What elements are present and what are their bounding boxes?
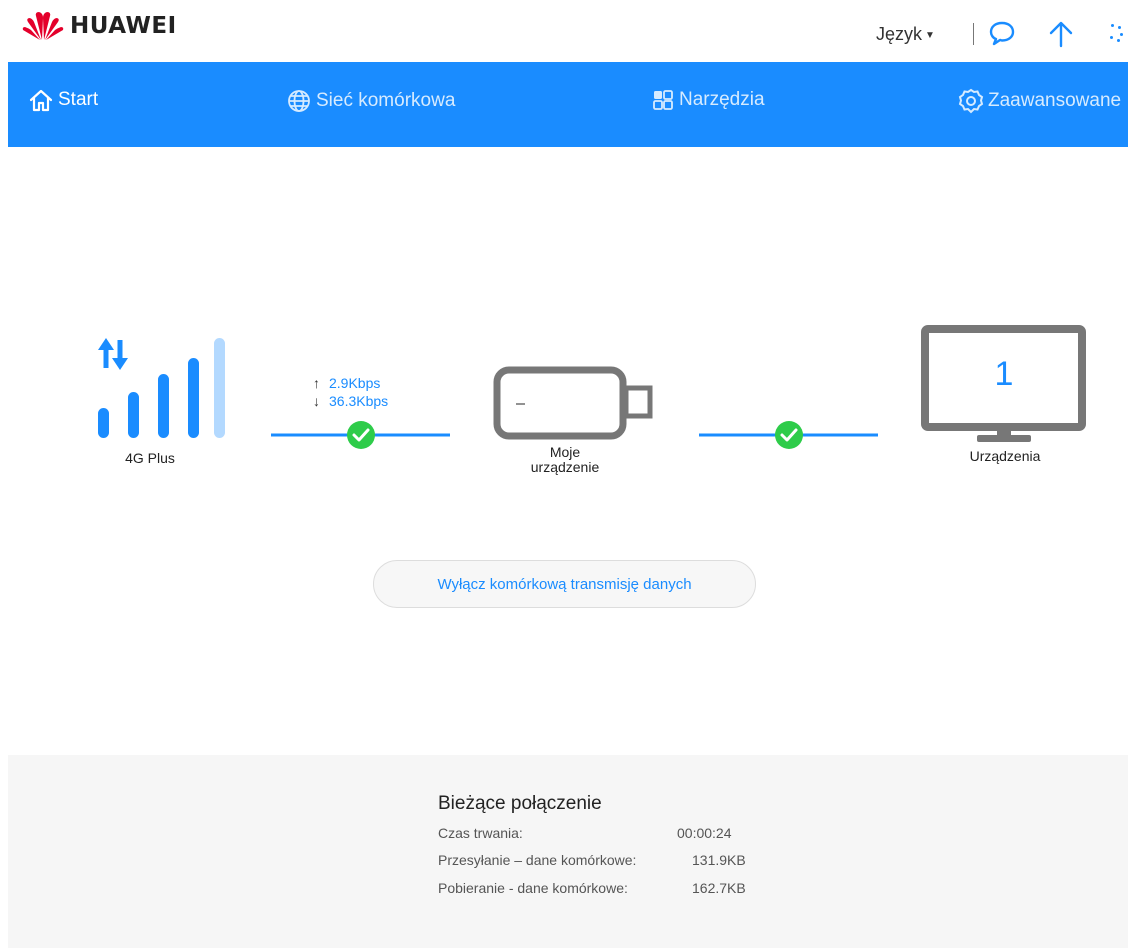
nav-advanced[interactable]: Zaawansowane xyxy=(958,88,1121,114)
upload-speed: ↑ 2.9Kbps xyxy=(313,375,381,391)
upload-total-value: 131.9KB xyxy=(692,852,746,868)
connection-line-2 xyxy=(699,421,878,449)
language-dropdown[interactable]: Język ▼ xyxy=(876,24,935,45)
download-total-label: Pobieranie - dane komórkowe: xyxy=(438,880,628,896)
download-speed: ↓ 36.3Kbps xyxy=(313,393,389,409)
main-nav: Start Sieć komórkowa Narzędzia Zaawansow… xyxy=(8,62,1128,147)
my-device-label-line1: Moje xyxy=(549,444,581,460)
connection-line-1 xyxy=(271,421,450,449)
devices-count[interactable]: 1 xyxy=(950,355,1058,394)
upload-icon[interactable] xyxy=(1048,20,1074,48)
my-device-label-line2: urządzenie xyxy=(530,459,600,475)
devices-label: Urządzenia xyxy=(969,448,1041,464)
nav-start[interactable]: Start xyxy=(28,88,98,112)
brand-name: HUAWEI xyxy=(70,13,177,39)
duration-label: Czas trwania: xyxy=(438,825,523,841)
upload-total-label: Przesyłanie – dane komórkowe: xyxy=(438,852,637,868)
arrow-down-icon: ↓ xyxy=(313,393,320,409)
home-icon xyxy=(29,89,53,112)
toggle-mobile-data-button[interactable]: Wyłącz komórkową transmisję danych xyxy=(373,560,756,608)
usb-modem-icon xyxy=(493,366,653,440)
settings-icon xyxy=(958,88,984,114)
download-speed-value: 36.3Kbps xyxy=(329,393,389,409)
huawei-logo: HUAWEI xyxy=(22,10,177,42)
signal-strength-icon xyxy=(98,338,225,438)
tools-icon xyxy=(653,90,673,110)
toggle-mobile-data-label: Wyłącz komórkową transmisję danych xyxy=(437,575,692,593)
nav-start-label: Start xyxy=(58,89,99,110)
network-type-label: 4G Plus xyxy=(125,450,175,466)
current-connection-title: Bieżące połączenie xyxy=(438,793,602,814)
huawei-logo-icon xyxy=(22,12,64,40)
chat-icon[interactable] xyxy=(988,20,1016,46)
header-divider xyxy=(973,23,974,45)
nav-advanced-label: Zaawansowane xyxy=(988,90,1122,111)
duration-value: 00:00:24 xyxy=(677,825,732,841)
top-header: HUAWEI Język ▼ xyxy=(0,0,1128,62)
current-connection-panel: Bieżące połączenie Czas trwania: 00:00:2… xyxy=(8,755,1128,948)
caret-down-icon: ▼ xyxy=(925,30,935,41)
nav-mobile-network-label: Sieć komórkowa xyxy=(316,90,456,111)
arrow-up-icon: ↑ xyxy=(313,375,320,391)
upload-speed-value: 2.9Kbps xyxy=(329,375,381,391)
loading-icon xyxy=(1110,24,1123,42)
globe-icon xyxy=(288,90,310,112)
nav-mobile-network[interactable]: Sieć komórkowa xyxy=(286,88,455,114)
language-label: Język xyxy=(876,24,923,44)
my-device-label: Moje urządzenie xyxy=(515,445,615,475)
download-total-value: 162.7KB xyxy=(692,880,746,896)
nav-tools-label: Narzędzia xyxy=(679,89,765,110)
nav-tools[interactable]: Narzędzia xyxy=(651,88,765,112)
